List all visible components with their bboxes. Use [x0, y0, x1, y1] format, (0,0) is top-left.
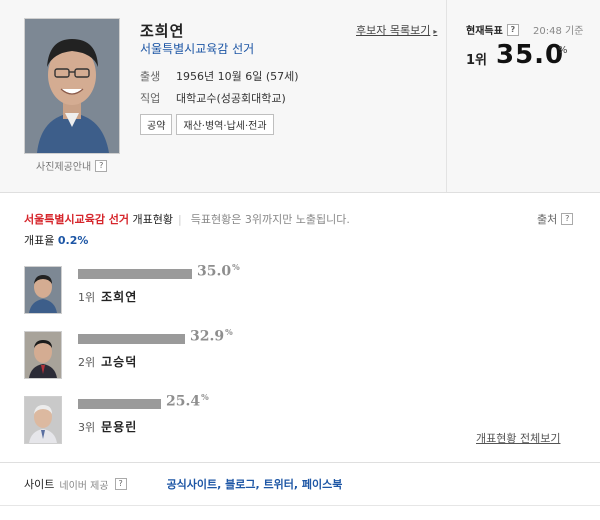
help-icon[interactable]: ? — [506, 23, 519, 36]
bottom-divider — [0, 505, 600, 506]
panel-divider — [446, 0, 447, 192]
disclosure-button[interactable]: 재산·병역·납세·전과 — [176, 114, 274, 135]
birth-value: 1956년 10월 6일 (57세) — [176, 70, 299, 83]
site-links[interactable]: 공식사이트, 블로그, 트위터, 페이스북 — [167, 476, 343, 492]
candidate-2-photo[interactable] — [24, 331, 62, 379]
count-section-title: 서울특별시교육감 선거 개표현황 | 득표현황은 3위까지만 노출됩니다. — [24, 211, 350, 227]
profile-tags: 공약 재산·병역·납세·전과 — [140, 114, 274, 135]
help-icon[interactable]: ? — [114, 478, 127, 490]
race-link[interactable]: 서울특별시교육감 선거 — [140, 40, 254, 57]
current-rank: 1위 — [466, 53, 488, 68]
chevron-right-icon: ▸ — [433, 27, 438, 36]
current-percent: 35.0 — [496, 40, 565, 70]
candidate-3-label: 3위 문용린 — [78, 418, 137, 435]
candidate-1-bar — [78, 269, 192, 279]
percent-sign: % — [558, 45, 568, 56]
candidate-3-photo[interactable] — [24, 396, 62, 444]
section-divider — [0, 462, 600, 463]
current-votes-time: 20:48 기준 — [533, 26, 584, 37]
candidate-name: 조희연 — [140, 22, 185, 40]
full-count-link[interactable]: 개표현황 전체보기 — [476, 430, 560, 446]
candidate-1-name[interactable]: 조희연 — [101, 290, 137, 304]
photo-caption: 사진제공안내 ? — [36, 158, 108, 173]
candidate-2-rank: 2위 — [78, 356, 96, 369]
title-separator: | — [178, 213, 182, 226]
count-rate: 개표율 0.2% — [24, 234, 89, 247]
candidate-2-label: 2위 고승덕 — [78, 353, 137, 370]
site-row: 사이트 네이버 제공 ? 공식사이트, 블로그, 트위터, 페이스북 — [24, 476, 342, 492]
job-value: 대학교수(성공회대학교) — [176, 92, 286, 105]
candidate-2-bar — [78, 334, 185, 344]
candidate-2-percent: 32.9% — [190, 327, 233, 345]
job-row: 직업 대학교수(성공회대학교) — [140, 90, 286, 106]
count-title: 개표현황 — [132, 213, 174, 226]
birth-row: 출생 1956년 10월 6일 (57세) — [140, 68, 299, 84]
candidate-2-name[interactable]: 고승덕 — [101, 355, 137, 369]
site-provider: 네이버 제공 — [59, 480, 109, 492]
count-rate-value: 0.2% — [57, 234, 89, 247]
current-votes-title: 현재득표 ? — [466, 22, 519, 37]
candidate-profile-panel: 사진제공안내 ? 조희연 서울특별시교육감 선거 출생 1956년 10월 6일… — [0, 0, 600, 193]
candidate-1-percent: 35.0% — [197, 262, 240, 280]
source-label: 출처 ? — [537, 211, 574, 227]
candidate-1-label: 1위 조희연 — [78, 288, 137, 305]
job-label: 직업 — [140, 92, 161, 105]
candidate-3-bar — [78, 399, 161, 409]
help-icon[interactable]: ? — [561, 213, 574, 225]
help-icon[interactable]: ? — [95, 159, 108, 172]
candidate-list-link[interactable]: 후보자 목록보기 ▸ — [356, 22, 437, 38]
count-note: 득표현황은 3위까지만 노출됩니다. — [190, 213, 350, 226]
candidate-photo[interactable] — [24, 18, 120, 154]
candidate-3-name[interactable]: 문용린 — [101, 420, 137, 434]
candidate-1-rank: 1위 — [78, 291, 96, 304]
candidate-1-photo[interactable] — [24, 266, 62, 314]
site-label: 사이트 — [24, 478, 55, 491]
birth-label: 출생 — [140, 70, 161, 83]
candidate-3-rank: 3위 — [78, 421, 96, 434]
count-race-name[interactable]: 서울특별시교육감 선거 — [24, 213, 129, 226]
candidate-3-percent: 25.4% — [166, 392, 209, 410]
pledge-button[interactable]: 공약 — [140, 114, 173, 135]
